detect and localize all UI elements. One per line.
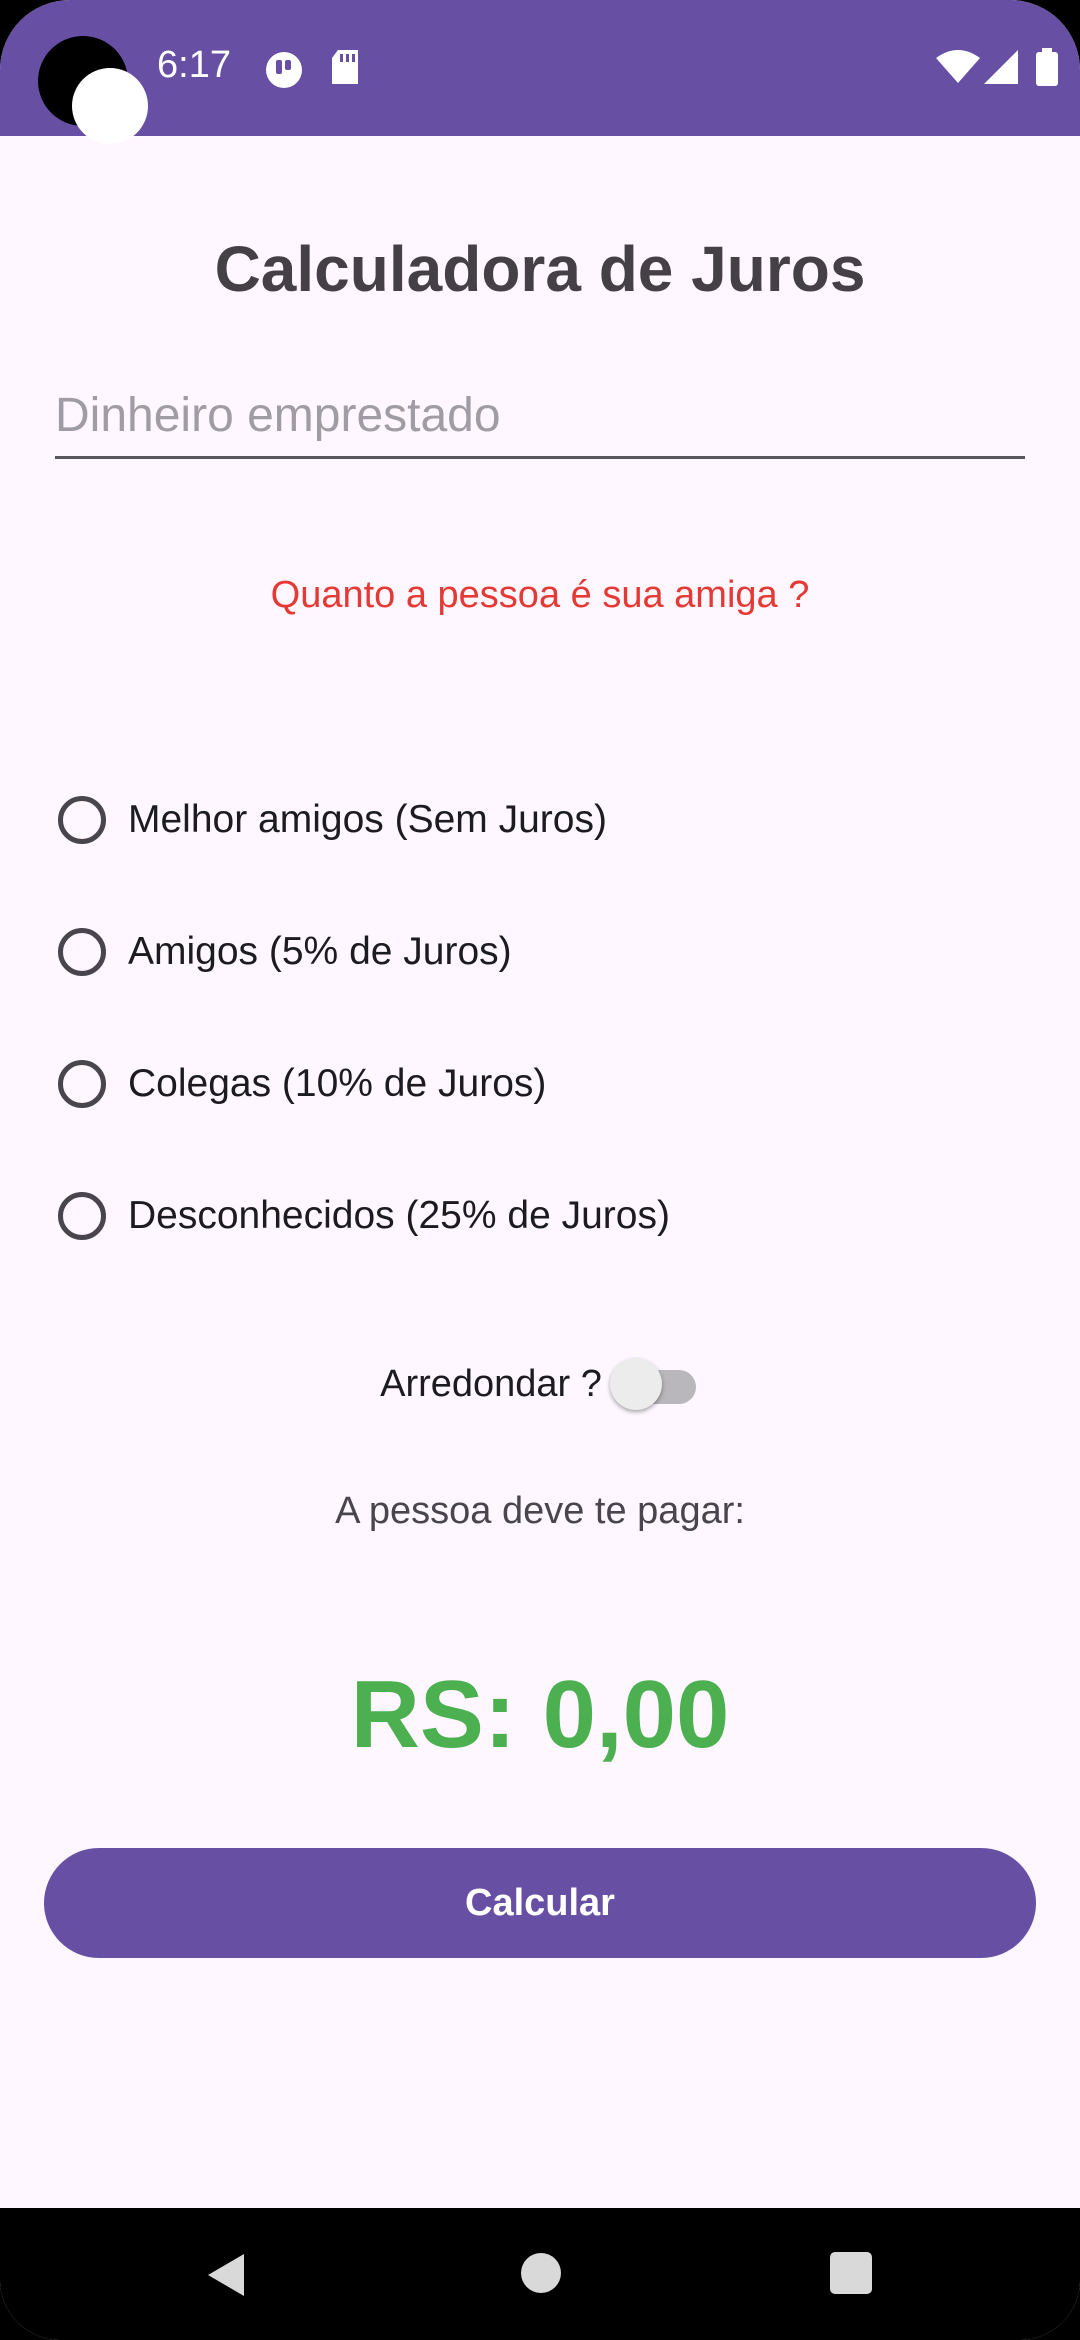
back-icon[interactable]	[204, 2252, 248, 2303]
radio-option-strangers[interactable]: Desconhecidos (25% de Juros)	[58, 1186, 670, 1246]
radio-label: Desconhecidos (25% de Juros)	[128, 1194, 670, 1237]
radio-label: Amigos (5% de Juros)	[128, 930, 512, 973]
amount-field[interactable]	[55, 380, 1025, 459]
notification-app-icon	[264, 50, 304, 95]
home-icon[interactable]	[520, 2252, 562, 2299]
phone-screen: 6:17 Calculadora de Juros Dinheiro empre…	[0, 0, 1080, 2340]
recents-icon[interactable]	[830, 2252, 872, 2299]
page-title: Calculadora de Juros	[214, 233, 866, 305]
round-switch-row: Arredondar ?	[0, 1352, 1080, 1416]
navigation-bar	[0, 2208, 1080, 2340]
radio-button[interactable]	[58, 1060, 106, 1108]
round-toggle-switch[interactable]	[609, 1356, 700, 1412]
result-amount: RS: 0,00	[350, 1661, 730, 1768]
wifi-icon	[936, 50, 980, 89]
radio-option-colleagues[interactable]: Colegas (10% de Juros)	[58, 1054, 546, 1114]
switch-thumb	[609, 1358, 662, 1410]
radio-option-friends[interactable]: Amigos (5% de Juros)	[58, 922, 512, 982]
calculate-button[interactable]: Calcular	[44, 1848, 1036, 1958]
friendship-question: Quanto a pessoa é sua amiga ?	[270, 574, 810, 616]
battery-icon	[1036, 48, 1058, 91]
radio-button[interactable]	[58, 796, 106, 844]
sd-card-icon	[330, 50, 360, 91]
radio-label: Melhor amigos (Sem Juros)	[128, 798, 607, 841]
radio-button[interactable]	[58, 928, 106, 976]
amount-input[interactable]	[55, 380, 1025, 450]
round-switch-label: Arredondar ?	[380, 1362, 602, 1405]
camera-cutout	[38, 36, 148, 144]
owe-label: A pessoa deve te pagar:	[335, 1490, 745, 1532]
radio-option-best-friends[interactable]: Melhor amigos (Sem Juros)	[58, 790, 607, 850]
radio-button[interactable]	[58, 1192, 106, 1240]
status-time: 6:17	[157, 44, 231, 86]
radio-label: Colegas (10% de Juros)	[128, 1062, 547, 1105]
camera-lens	[72, 68, 148, 144]
cell-signal-icon	[984, 50, 1018, 89]
status-bar: 6:17	[0, 0, 1080, 144]
